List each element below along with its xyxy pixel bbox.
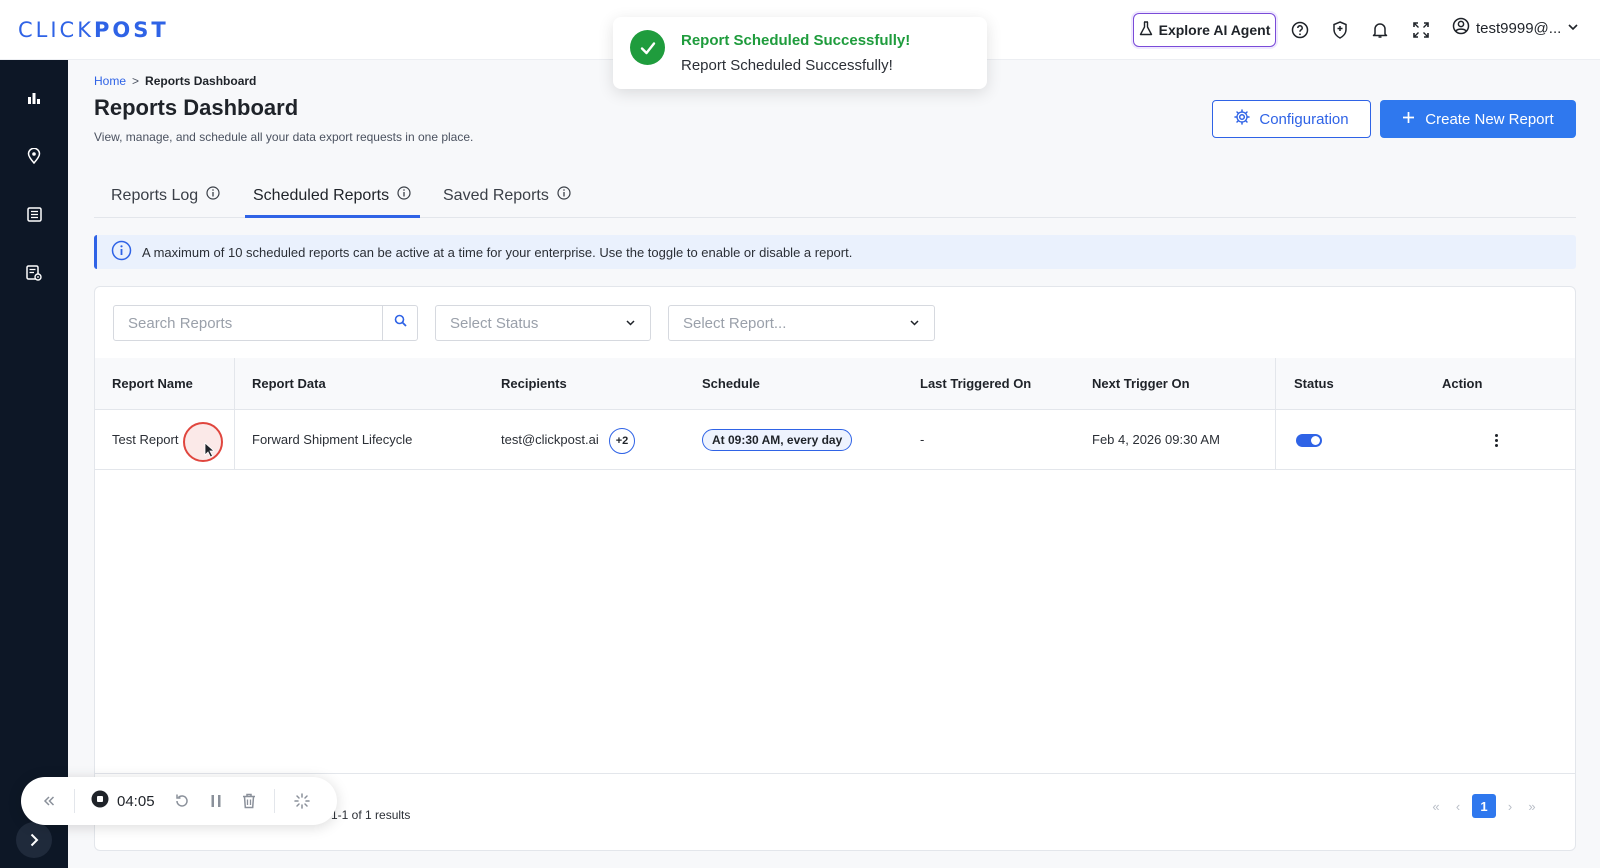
column-header[interactable]: Report Data: [252, 376, 326, 391]
search-button[interactable]: [382, 306, 417, 340]
restart-icon[interactable]: [172, 789, 192, 813]
info-banner: A maximum of 10 scheduled reports can be…: [94, 235, 1576, 269]
screen-recorder-widget: 04:05: [21, 777, 337, 825]
pause-icon[interactable]: [206, 789, 226, 813]
column-header[interactable]: Schedule: [702, 376, 760, 391]
user-label: test9999@...: [1476, 19, 1562, 37]
column-header[interactable]: Last Triggered On: [920, 376, 1031, 391]
sidebar-expand-button[interactable]: [16, 822, 52, 858]
success-toast: Report Scheduled Successfully! Report Sc…: [613, 17, 987, 89]
results-count: 1-1 of 1 results: [331, 808, 411, 822]
column-header[interactable]: Recipients: [501, 376, 567, 391]
create-new-report-label: Create New Report: [1425, 110, 1554, 128]
schedule-pill: At 09:30 AM, every day: [702, 429, 853, 451]
status-select-placeholder: Select Status: [450, 314, 539, 332]
sidebar: [0, 60, 68, 868]
toast-title: Report Scheduled Successfully!: [681, 32, 911, 49]
configuration-label: Configuration: [1259, 110, 1349, 128]
user-menu[interactable]: test9999@...: [1452, 17, 1579, 39]
recipient-cell: test@clickpost.ai: [501, 432, 599, 447]
table-header: Report Name Report Data Recipients Sched…: [95, 358, 1575, 410]
table-row[interactable]: Test Report Forward Shipment Lifecycle t…: [95, 410, 1575, 470]
breadcrumb-home-link[interactable]: Home: [94, 74, 126, 88]
location-pin-icon[interactable]: [24, 146, 44, 166]
cursor-highlight: [183, 422, 223, 462]
chevron-down-icon: [1567, 20, 1579, 37]
info-icon[interactable]: [397, 186, 411, 205]
pagination: « ‹ 1 › »: [1428, 794, 1540, 818]
recorder-divider: [274, 789, 275, 813]
table-footer-divider: [95, 773, 1575, 774]
create-new-report-button[interactable]: Create New Report: [1380, 100, 1576, 138]
clickpost-logo[interactable]: CLICKPOST: [18, 18, 169, 42]
first-page-icon[interactable]: «: [1428, 798, 1444, 814]
gear-icon: [1234, 109, 1251, 129]
chevron-down-icon: [625, 315, 636, 332]
shield-icon[interactable]: [1329, 19, 1351, 41]
report-select[interactable]: Select Report...: [668, 305, 935, 341]
user-avatar-icon: [1452, 17, 1470, 39]
recorder-divider: [74, 789, 75, 813]
last-triggered-cell: -: [920, 432, 925, 447]
info-icon[interactable]: [557, 186, 571, 205]
last-page-icon[interactable]: »: [1524, 798, 1540, 814]
tab-reports-log[interactable]: Reports Log: [111, 186, 220, 205]
prev-page-icon[interactable]: ‹: [1450, 798, 1466, 814]
explore-ai-agent-button[interactable]: Explore AI Agent: [1133, 13, 1276, 47]
collapse-recorder-icon[interactable]: [39, 789, 59, 813]
tab-label: Scheduled Reports: [253, 186, 390, 204]
tab-scheduled-reports[interactable]: Scheduled Reports: [253, 186, 411, 205]
trash-icon[interactable]: [239, 789, 259, 813]
page-number-button[interactable]: 1: [1472, 794, 1496, 818]
tab-label: Reports Log: [111, 186, 199, 204]
search-input[interactable]: [114, 306, 384, 340]
fullscreen-icon[interactable]: [1410, 19, 1432, 41]
list-document-icon[interactable]: [24, 204, 44, 224]
status-select[interactable]: Select Status: [435, 305, 651, 341]
plus-icon: [1402, 111, 1415, 128]
report-select-placeholder: Select Report...: [683, 314, 787, 332]
breadcrumb-separator: >: [132, 74, 140, 88]
column-header[interactable]: Report Name: [112, 376, 193, 391]
report-settings-icon[interactable]: [24, 263, 44, 283]
recording-time: 04:05: [117, 792, 155, 810]
status-toggle[interactable]: [1296, 434, 1322, 447]
stop-record-icon[interactable]: [91, 790, 109, 813]
recording-timer: 04:05: [91, 789, 155, 813]
column-header[interactable]: Next Trigger On: [1092, 376, 1190, 391]
report-name-cell[interactable]: Test Report: [112, 432, 178, 447]
next-trigger-cell: Feb 4, 2026 09:30 AM: [1092, 432, 1220, 447]
report-tabs: Reports Log Scheduled Reports Saved Repo…: [94, 174, 1576, 218]
info-icon[interactable]: [206, 186, 220, 205]
search-icon: [394, 314, 407, 332]
flask-icon: [1139, 21, 1153, 39]
more-actions-icon[interactable]: [1493, 430, 1499, 450]
extra-recipients-badge[interactable]: +2: [609, 428, 635, 454]
explore-ai-agent-label: Explore AI Agent: [1158, 22, 1271, 38]
breadcrumb: Home > Reports Dashboard: [94, 74, 256, 88]
tab-label: Saved Reports: [443, 186, 549, 204]
bar-chart-icon[interactable]: [24, 88, 44, 108]
check-circle-icon: [630, 30, 665, 65]
info-circle-icon: [111, 240, 132, 264]
toast-message: Report Scheduled Successfully!: [681, 57, 893, 74]
page-subtitle: View, manage, and schedule all your data…: [94, 130, 474, 144]
scheduled-reports-panel: Select Status Select Report... Report Na…: [94, 286, 1576, 851]
active-tab-indicator: [245, 215, 420, 218]
column-header[interactable]: Status: [1294, 376, 1334, 391]
page-title: Reports Dashboard: [94, 95, 299, 120]
info-banner-text: A maximum of 10 scheduled reports can be…: [142, 244, 853, 260]
breadcrumb-current: Reports Dashboard: [145, 74, 257, 88]
configuration-button[interactable]: Configuration: [1212, 100, 1371, 138]
help-icon[interactable]: [1289, 19, 1311, 41]
tab-saved-reports[interactable]: Saved Reports: [443, 186, 571, 205]
bell-icon[interactable]: [1369, 19, 1391, 41]
chevron-down-icon: [909, 315, 920, 332]
next-page-icon[interactable]: ›: [1502, 798, 1518, 814]
report-data-cell: Forward Shipment Lifecycle: [252, 432, 413, 447]
effects-icon[interactable]: [292, 789, 312, 813]
search-box: [113, 305, 418, 341]
column-header[interactable]: Action: [1442, 376, 1482, 391]
